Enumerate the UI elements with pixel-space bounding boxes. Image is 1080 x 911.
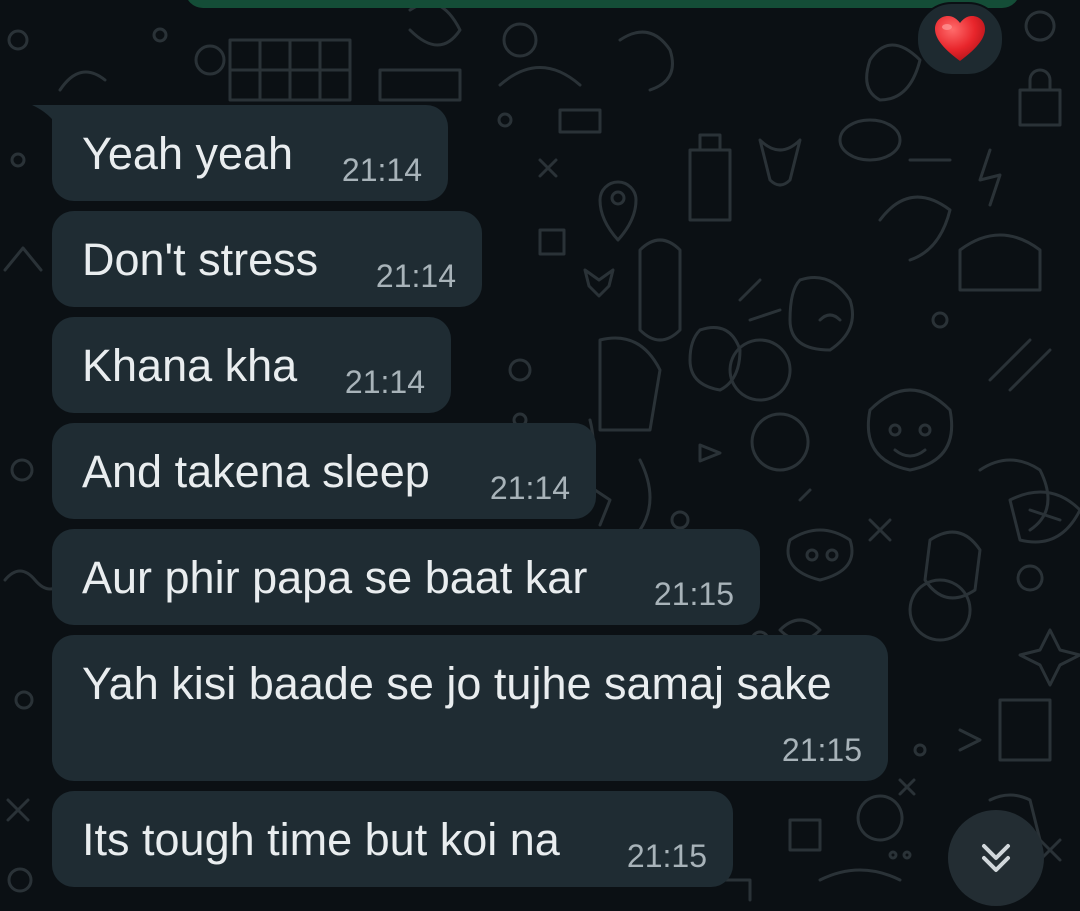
message-timestamp: 21:15: [626, 838, 707, 874]
message-text: Aur phir papa se baat kar: [82, 552, 588, 603]
message-text: Khana kha: [82, 340, 298, 391]
message-bubble[interactable]: Khana kha 21:14: [52, 317, 451, 413]
chat-view[interactable]: Yeah yeah 21:14 Don't stress 21:14 Khana…: [0, 0, 1080, 911]
message-bubble[interactable]: Yah kisi baade se jo tujhe samaj sake 21…: [52, 635, 888, 781]
message-text: Yah kisi baade se jo tujhe samaj sake: [82, 658, 832, 709]
message-text: Its tough time but koi na: [82, 814, 560, 865]
double-chevron-down-icon: [982, 844, 1010, 872]
message-bubble[interactable]: Aur phir papa se baat kar 21:15: [52, 529, 760, 625]
message-reaction[interactable]: [916, 2, 1004, 76]
message-bubble[interactable]: Its tough time but koi na 21:15: [52, 791, 733, 887]
message-text: Don't stress: [82, 234, 319, 285]
message-timestamp: 21:14: [489, 470, 570, 506]
message-text: Yeah yeah: [82, 128, 294, 179]
message-bubble[interactable]: Yeah yeah 21:14: [52, 105, 448, 201]
scroll-to-bottom-button[interactable]: [948, 810, 1044, 906]
message-timestamp: 21:14: [375, 258, 456, 294]
message-timestamp: 21:15: [781, 732, 862, 768]
heart-icon: [935, 16, 985, 61]
outgoing-message-bubble-edge[interactable]: [185, 0, 1020, 8]
message-bubble[interactable]: Don't stress 21:14: [52, 211, 482, 307]
message-timestamp: 21:15: [653, 576, 734, 612]
message-timestamp: 21:14: [344, 364, 425, 400]
message-text: And takena sleep: [82, 446, 430, 497]
message-bubble[interactable]: And takena sleep 21:14: [52, 423, 596, 519]
message-timestamp: 21:14: [341, 152, 422, 188]
